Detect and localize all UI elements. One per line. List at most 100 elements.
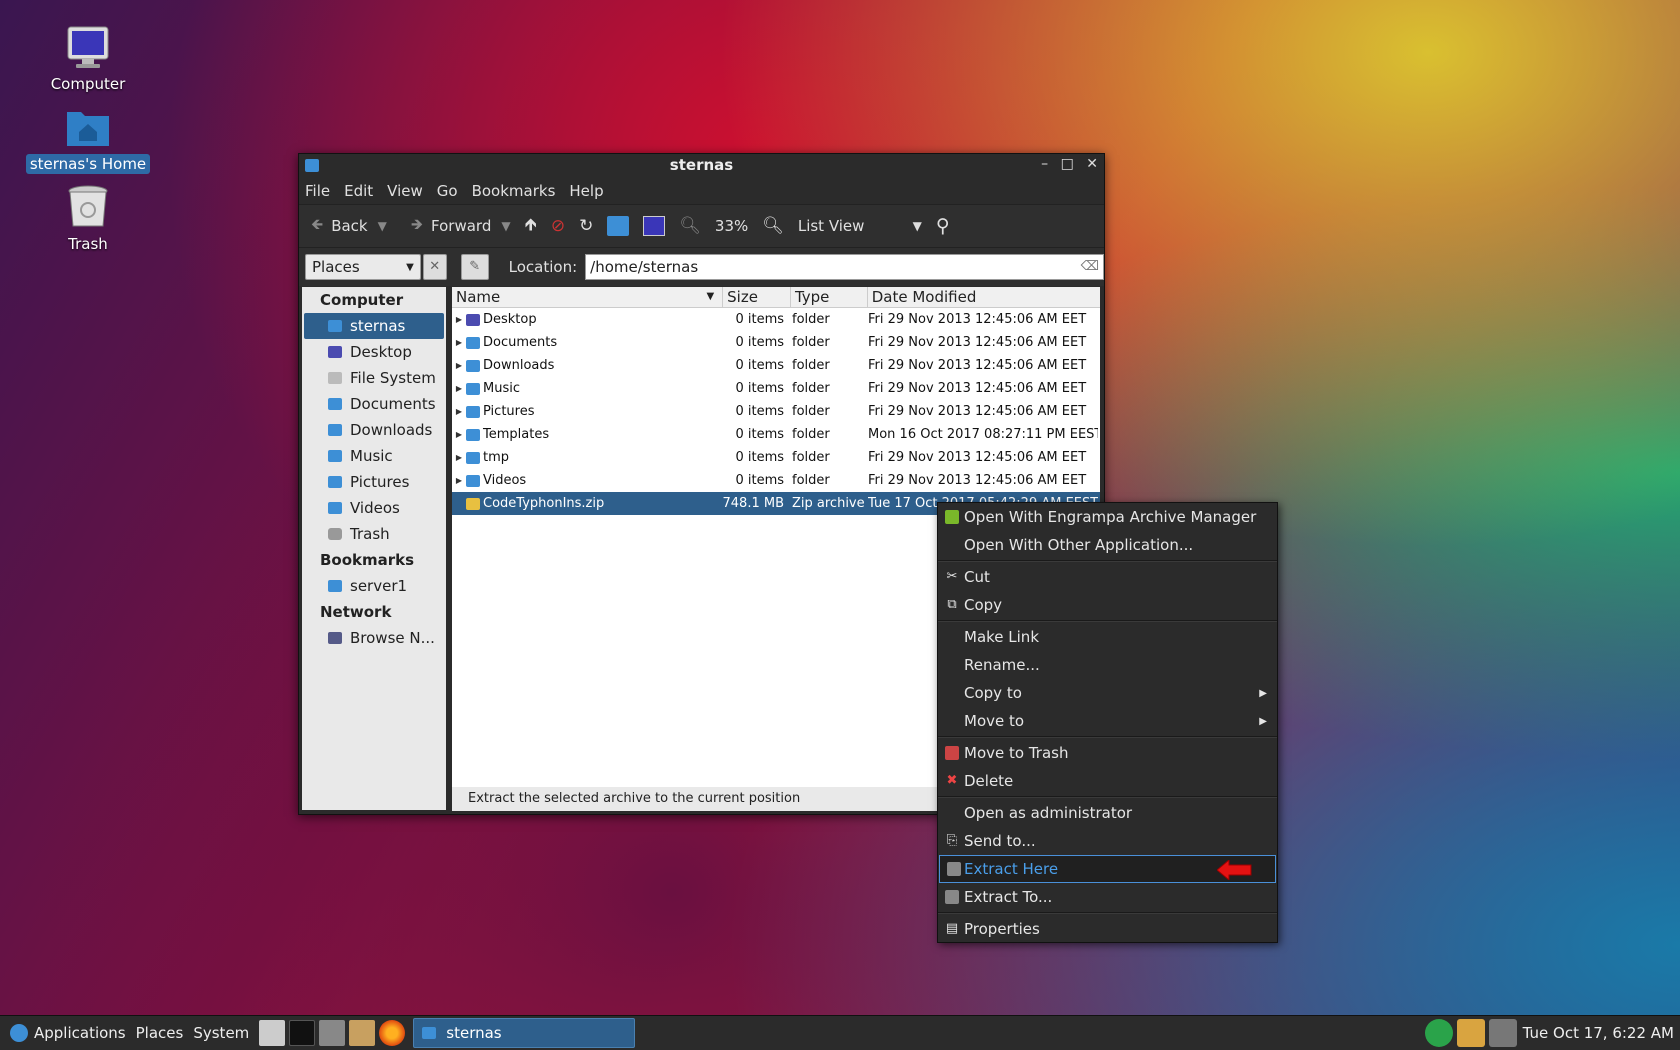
- clipboard-icon[interactable]: [1456, 1019, 1485, 1047]
- menu-item-extract-here[interactable]: Extract Here: [939, 855, 1276, 883]
- menu-separator: [938, 736, 1277, 738]
- file-row[interactable]: ▶ Desktop 0 items folder Fri 29 Nov 2013 12:…: [452, 308, 1100, 331]
- toggle-location-button[interactable]: ✎: [460, 254, 489, 280]
- applications-menu[interactable]: Applications: [10, 1024, 126, 1042]
- chevron-down-icon[interactable]: ▼: [501, 219, 510, 233]
- menu-item-open-with-other[interactable]: Open With Other Application...: [938, 531, 1277, 559]
- reload-icon[interactable]: ↻: [579, 216, 593, 236]
- menu-go[interactable]: Go: [437, 182, 458, 200]
- folder-icon: [466, 428, 480, 441]
- sidebar-item-trash[interactable]: Trash: [302, 521, 446, 547]
- places-select[interactable]: Places ▼: [305, 254, 421, 280]
- forward-button[interactable]: 🡺 Forward ▼: [411, 214, 511, 239]
- terminal-launcher-icon[interactable]: [289, 1020, 316, 1046]
- chevron-down-icon[interactable]: ▼: [378, 219, 387, 233]
- folder-icon: [466, 451, 480, 464]
- column-size[interactable]: Size: [723, 287, 791, 307]
- sidebar-item-videos[interactable]: Videos: [302, 495, 446, 521]
- menu-bookmarks[interactable]: Bookmarks: [472, 182, 556, 200]
- expander-icon[interactable]: ▶: [452, 384, 466, 393]
- menu-item-open-as-admin[interactable]: Open as administrator: [938, 799, 1277, 827]
- expander-icon[interactable]: ▶: [452, 361, 466, 370]
- menu-item-delete[interactable]: ✖ Delete: [938, 767, 1277, 795]
- back-button[interactable]: 🡸 Back ▼: [311, 214, 387, 239]
- file-row[interactable]: ▶ Downloads 0 items folder Fri 29 Nov 2013 1…: [452, 354, 1100, 377]
- volume-icon[interactable]: [1488, 1019, 1517, 1047]
- sidebar-item-sternas[interactable]: sternas: [304, 313, 444, 339]
- column-type[interactable]: Type: [791, 287, 868, 307]
- menu-item-rename[interactable]: Rename...: [938, 651, 1277, 679]
- archive-manager-icon: [945, 510, 959, 524]
- file-manager-launcher-icon[interactable]: [259, 1020, 286, 1046]
- file-row[interactable]: ▶ Music 0 items folder Fri 29 Nov 2013 12:45…: [452, 377, 1100, 400]
- sidebar-item-file-system[interactable]: File System: [302, 365, 446, 391]
- menu-file[interactable]: File: [305, 182, 330, 200]
- menu-help[interactable]: Help: [569, 182, 603, 200]
- menu-item-properties[interactable]: ▤ Properties: [938, 915, 1277, 943]
- menu-edit[interactable]: Edit: [344, 182, 373, 200]
- folder-icon: [422, 1027, 437, 1039]
- home-icon[interactable]: [607, 216, 630, 236]
- menu-item-make-link[interactable]: Make Link: [938, 623, 1277, 651]
- archive-launcher-icon[interactable]: [349, 1020, 376, 1046]
- file-row[interactable]: ▶ Videos 0 items folder Fri 29 Nov 2013 12:4…: [452, 469, 1100, 492]
- menu-view[interactable]: View: [387, 182, 423, 200]
- expander-icon[interactable]: ▶: [452, 407, 466, 416]
- sidebar-item-documents[interactable]: Documents: [302, 391, 446, 417]
- computer-icon[interactable]: [643, 216, 666, 236]
- column-date[interactable]: Date Modified: [868, 287, 1100, 307]
- sidebar-item-pictures[interactable]: Pictures: [302, 469, 446, 495]
- update-check-icon[interactable]: [1424, 1019, 1453, 1047]
- close-button[interactable]: ✕: [1086, 156, 1098, 172]
- desktop-icon-home[interactable]: sternas's Home: [23, 104, 153, 174]
- search-icon[interactable]: ⚲: [936, 215, 950, 237]
- zoom-level: 33%: [714, 217, 749, 235]
- sidebar-heading-bookmarks: Bookmarks: [320, 551, 415, 569]
- menu-item-copy[interactable]: ⧉ Copy: [938, 591, 1277, 619]
- expander-icon[interactable]: ▶: [452, 315, 466, 324]
- up-arrow-icon[interactable]: 🡹: [525, 212, 537, 241]
- menu-item-cut[interactable]: ✂ Cut: [938, 563, 1277, 591]
- zoom-out-icon[interactable]: 🔍︎: [679, 216, 701, 236]
- extract-icon: [945, 890, 959, 904]
- zoom-in-icon[interactable]: 🔍︎: [762, 216, 784, 236]
- system-menu[interactable]: System: [193, 1024, 249, 1042]
- expander-icon[interactable]: ▶: [452, 476, 466, 485]
- clear-icon[interactable]: ⌫: [1081, 255, 1099, 279]
- clock[interactable]: Tue Oct 17, 6:22 AM: [1523, 1024, 1674, 1042]
- expander-icon[interactable]: ▶: [452, 430, 466, 439]
- title-bar[interactable]: sternas – □ ✕: [299, 154, 1104, 178]
- maximize-button[interactable]: □: [1061, 156, 1074, 172]
- sidebar-item-server1[interactable]: server1: [302, 573, 446, 599]
- sidebar-item-downloads[interactable]: Downloads: [302, 417, 446, 443]
- places-menu[interactable]: Places: [136, 1024, 184, 1042]
- firefox-launcher-icon[interactable]: [379, 1020, 406, 1046]
- sidebar-item-desktop[interactable]: Desktop: [302, 339, 446, 365]
- close-pane-button[interactable]: ✕: [422, 254, 447, 280]
- minimize-button[interactable]: –: [1041, 156, 1048, 172]
- menu-item-send-to[interactable]: ⎘ Send to...: [938, 827, 1277, 855]
- settings-launcher-icon[interactable]: [319, 1020, 346, 1046]
- desktop-icon-trash[interactable]: Trash: [23, 184, 153, 254]
- location-input[interactable]: /home/sternas ⌫: [585, 254, 1104, 280]
- file-row[interactable]: ▶ Pictures 0 items folder Fri 29 Nov 2013 12…: [452, 400, 1100, 423]
- taskbar-window-button[interactable]: sternas: [413, 1018, 636, 1048]
- file-row[interactable]: ▶ Templates 0 items folder Mon 16 Oct 2017 0…: [452, 423, 1100, 446]
- file-row[interactable]: ▶ Documents 0 items folder Fri 29 Nov 2013 1…: [452, 331, 1100, 354]
- expander-icon[interactable]: ▶: [452, 338, 466, 347]
- desktop-icon-computer[interactable]: Computer: [23, 24, 153, 94]
- menu-bar: File Edit View Go Bookmarks Help: [299, 178, 1104, 204]
- home-folder-icon: [65, 104, 111, 150]
- menu-item-extract-to[interactable]: Extract To...: [938, 883, 1277, 911]
- stop-icon[interactable]: ⊘: [551, 216, 565, 236]
- file-row[interactable]: ▶ tmp 0 items folder Fri 29 Nov 2013 12:45:0…: [452, 446, 1100, 469]
- menu-item-move-to-trash[interactable]: Move to Trash: [938, 739, 1277, 767]
- menu-item-move-to[interactable]: Move to ▶: [938, 707, 1277, 735]
- sidebar-item-music[interactable]: Music: [302, 443, 446, 469]
- column-name[interactable]: Name ▼: [452, 287, 724, 307]
- view-mode-select[interactable]: List View ▼: [798, 217, 922, 235]
- menu-item-copy-to[interactable]: Copy to ▶: [938, 679, 1277, 707]
- expander-icon[interactable]: ▶: [452, 453, 466, 462]
- sidebar-item-browse-network[interactable]: Browse N...: [302, 625, 446, 651]
- menu-item-open-with-engrampa[interactable]: Open With Engrampa Archive Manager: [938, 503, 1277, 531]
